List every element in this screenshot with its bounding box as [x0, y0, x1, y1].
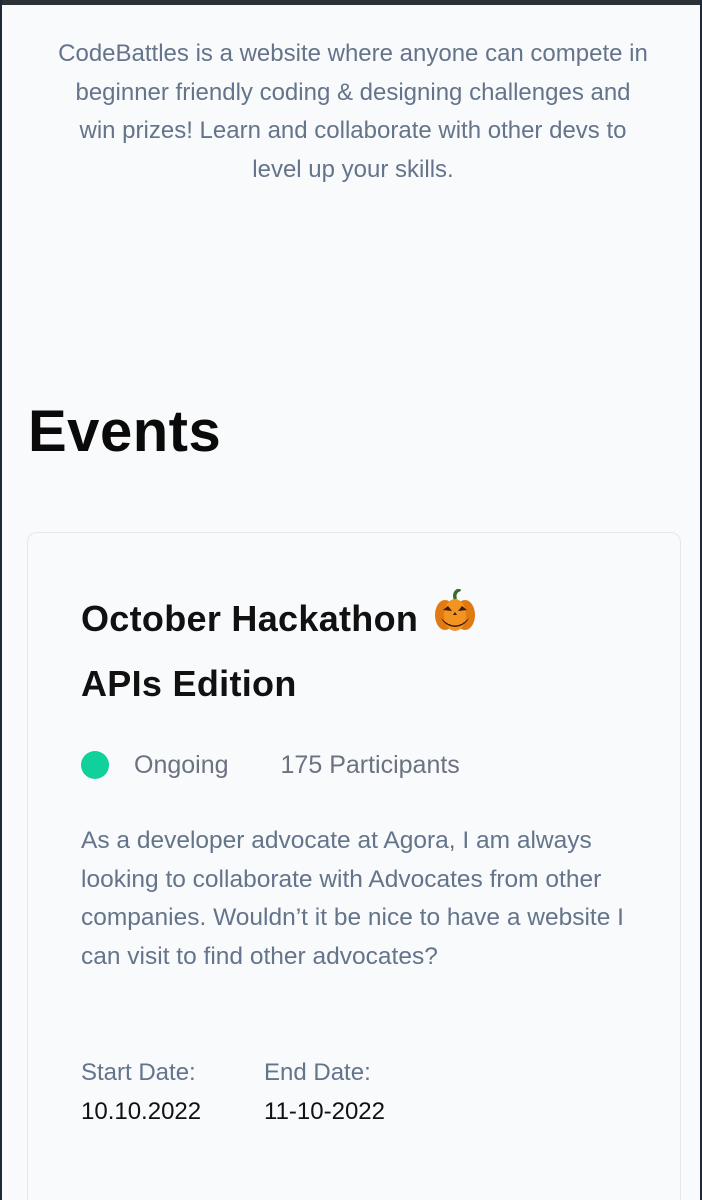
- event-title-line2: APIs Edition: [81, 663, 297, 704]
- end-date: End Date: 11-10-2022: [264, 1058, 385, 1127]
- top-bar: [2, 0, 700, 5]
- start-date-value: 10.10.2022: [81, 1098, 202, 1125]
- event-description: As a developer advocate at Agora, I am a…: [81, 827, 624, 970]
- event-title[interactable]: October Hackathon APIs Edition: [81, 588, 581, 714]
- end-date-label: End Date:: [264, 1059, 371, 1086]
- event-status-row: Ongoing 175 Participants: [81, 748, 460, 782]
- events-heading: Events: [28, 399, 222, 464]
- status-badge: Ongoing: [134, 750, 229, 779]
- status-dot-icon: [81, 751, 109, 779]
- end-date-value: 11-10-2022: [264, 1098, 385, 1125]
- intro-text: CodeBattles is a website where anyone ca…: [58, 40, 648, 183]
- participants-count: 175 Participants: [280, 750, 460, 779]
- page: CodeBattles is a website where anyone ca…: [0, 0, 702, 1200]
- start-date: Start Date: 10.10.2022: [81, 1058, 201, 1127]
- pumpkin-icon: [432, 588, 478, 653]
- start-date-label: Start Date:: [81, 1059, 196, 1086]
- event-title-line1: October Hackathon: [81, 598, 419, 639]
